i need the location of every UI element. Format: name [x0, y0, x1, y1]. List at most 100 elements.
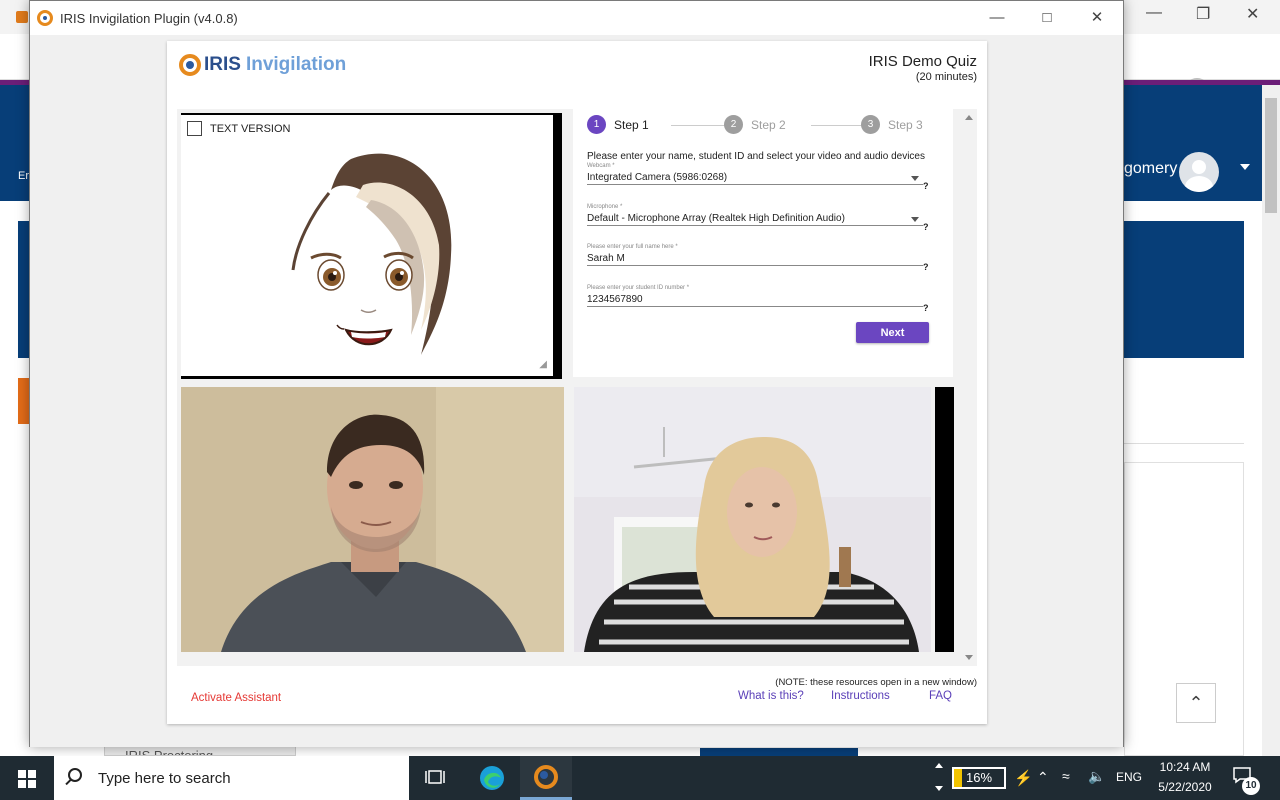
notification-count-badge: 10: [1242, 777, 1260, 795]
webcam-feed: [574, 387, 931, 652]
step-1: 1 Step 1: [587, 115, 649, 134]
step-3: 3 Step 3: [861, 115, 923, 134]
lms-user-name[interactable]: gomery: [1124, 160, 1177, 178]
assistant-avatar-illustration: [291, 153, 452, 355]
activate-assistant-link[interactable]: Activate Assistant: [191, 692, 281, 704]
resize-grip-icon: ◢: [539, 359, 547, 370]
browser-minimize-button[interactable]: —: [1146, 4, 1162, 22]
content-frame: TEXT VERSION ◢ 1 Step 1 2 Step 2 3 Step …: [177, 109, 977, 666]
step-2: 2 Step 2: [724, 115, 786, 134]
battery-indicator[interactable]: 16%: [952, 767, 1006, 789]
step-1-label: Step 1: [614, 117, 649, 132]
brand-logo: IRIS Invigilation: [179, 53, 346, 77]
lms-left-label: Er: [18, 170, 29, 182]
tray-scroll[interactable]: [930, 756, 948, 800]
iris-logo-icon: [37, 10, 53, 26]
plugin-window: IRIS Invigilation Plugin (v4.0.8) — □ ✕ …: [29, 0, 1124, 747]
webcam-label: Webcam *: [587, 163, 615, 169]
edge-taskbar-button[interactable]: [466, 756, 518, 800]
volume-muted-icon[interactable]: 🔈: [1088, 768, 1105, 785]
task-view-icon: [425, 770, 445, 784]
iris-brand-icon: [179, 54, 201, 76]
microphone-label: Microphone *: [587, 204, 623, 210]
wifi-icon[interactable]: ≈: [1062, 768, 1070, 784]
user-avatar[interactable]: [1179, 152, 1219, 192]
windows-logo-icon: [18, 770, 26, 778]
plugin-titlebar: IRIS Invigilation Plugin (v4.0.8) — □ ✕: [30, 1, 1123, 35]
webcam-help-icon[interactable]: ?: [923, 181, 929, 191]
search-icon: [68, 768, 82, 782]
browser-close-button[interactable]: ✕: [1246, 4, 1259, 24]
next-button[interactable]: Next: [856, 322, 929, 343]
student-id-field[interactable]: Please enter your student ID number * 12…: [587, 285, 923, 307]
content-scrollbar[interactable]: [960, 109, 977, 666]
text-version-label: TEXT VERSION: [210, 122, 291, 135]
plugin-body: IRIS Invigilation IRIS Demo Quiz (20 min…: [30, 35, 1123, 747]
language-indicator[interactable]: ENG: [1116, 770, 1142, 784]
iris-taskbar-button[interactable]: [520, 756, 572, 800]
task-view-button[interactable]: [409, 756, 461, 800]
id-photo: [181, 387, 564, 652]
faq-link[interactable]: FAQ: [929, 690, 952, 702]
webcam-value[interactable]: Integrated Camera (5986:0268): [587, 171, 923, 185]
show-hidden-icons-icon[interactable]: ⌃: [1037, 769, 1049, 786]
scroll-up-arrow-icon[interactable]: [965, 115, 973, 120]
step-2-number: 2: [724, 115, 743, 134]
full-name-label: Please enter your full name here *: [587, 244, 678, 250]
clock-date[interactable]: 5/22/2020: [1150, 780, 1220, 794]
webcam-image: [574, 387, 931, 652]
lms-bottom-blue-block: [700, 748, 858, 756]
iris-taskbar-icon: [534, 764, 558, 789]
stepper: 1 Step 1 2 Step 2 3 Step 3: [587, 115, 927, 135]
windows-logo-tile: [28, 770, 36, 778]
resources-note: (NOTE: these resources open in a new win…: [775, 677, 977, 688]
scroll-to-top-button[interactable]: ⌃: [1176, 683, 1216, 723]
browser-tab-icon: [16, 11, 28, 23]
scroll-down-arrow-icon[interactable]: [965, 655, 973, 660]
avatar-panel: TEXT VERSION ◢: [181, 113, 562, 379]
chevron-down-icon[interactable]: [911, 176, 919, 181]
lms-divider: [1124, 443, 1244, 444]
taskbar-search-box[interactable]: Type here to search: [54, 756, 409, 800]
power-plug-icon[interactable]: ⚡: [1014, 769, 1033, 787]
microphone-value[interactable]: Default - Microphone Array (Realtek High…: [587, 212, 923, 226]
close-button[interactable]: ✕: [1082, 7, 1112, 29]
step-1-number: 1: [587, 115, 606, 134]
what-is-this-link[interactable]: What is this?: [738, 690, 804, 702]
student-id-help-icon[interactable]: ?: [923, 303, 929, 313]
windows-taskbar: Type here to search 16% ⚡ ⌃ ≈ 🔈 ENG 10:2…: [0, 756, 1280, 800]
minimize-button[interactable]: —: [982, 7, 1012, 29]
windows-logo-tile: [18, 780, 26, 788]
full-name-input[interactable]: Sarah M: [587, 252, 923, 266]
form-instruction: Please enter your name, student ID and s…: [587, 151, 925, 162]
step-3-number: 3: [861, 115, 880, 134]
quiz-duration: (20 minutes): [915, 71, 977, 83]
full-name-help-icon[interactable]: ?: [923, 262, 929, 272]
edge-icon: [480, 766, 504, 790]
microphone-select[interactable]: Microphone * Default - Microphone Array …: [587, 204, 923, 226]
full-name-field[interactable]: Please enter your full name here * Sarah…: [587, 244, 923, 266]
text-version-checkbox[interactable]: [187, 121, 202, 136]
battery-fill: [954, 769, 962, 787]
browser-scroll-thumb[interactable]: [1265, 98, 1277, 213]
chevron-down-icon[interactable]: [911, 217, 919, 222]
maximize-button[interactable]: □: [1032, 7, 1062, 29]
setup-form-panel: 1 Step 1 2 Step 2 3 Step 3 Please enter …: [573, 109, 953, 377]
webcam-select[interactable]: Webcam * Integrated Camera (5986:0268): [587, 163, 923, 185]
microphone-help-icon[interactable]: ?: [923, 222, 929, 232]
instructions-link[interactable]: Instructions: [831, 690, 890, 702]
user-menu-caret-icon[interactable]: [1240, 164, 1250, 170]
text-version-toggle[interactable]: TEXT VERSION: [187, 121, 290, 136]
webcam-value-text: Integrated Camera (5986:0268): [587, 172, 728, 183]
plugin-page: IRIS Invigilation IRIS Demo Quiz (20 min…: [167, 41, 987, 724]
student-id-input[interactable]: 1234567890: [587, 293, 923, 307]
windows-logo-tile: [28, 780, 36, 788]
browser-restore-button[interactable]: ❐: [1196, 4, 1210, 24]
tray-down-arrow-icon[interactable]: [935, 786, 943, 791]
clock-time[interactable]: 10:24 AM: [1150, 760, 1220, 774]
tray-up-arrow-icon[interactable]: [935, 763, 943, 768]
microphone-value-text: Default - Microphone Array (Realtek High…: [587, 213, 845, 224]
start-button[interactable]: [0, 756, 54, 800]
student-id-label: Please enter your student ID number *: [587, 285, 690, 291]
browser-window-controls: — ❐ ✕: [1140, 2, 1280, 30]
